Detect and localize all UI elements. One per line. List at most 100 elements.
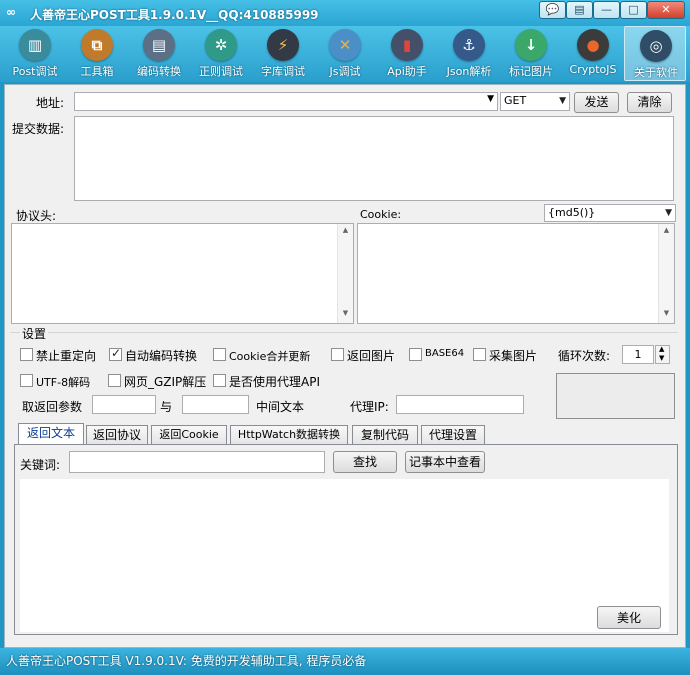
book-icon: ▮ xyxy=(391,29,423,61)
tab-return-text[interactable]: 返回文本 xyxy=(18,423,84,444)
checkbox-label: 网页_GZIP解压 xyxy=(124,375,207,389)
cookie-scrollbar[interactable]: ▲ ▼ xyxy=(658,224,674,323)
extract-params-label: 取返回参数 xyxy=(22,400,83,414)
tool-label: 编码转换 xyxy=(137,65,181,78)
headers-scrollbar[interactable]: ▲ ▼ xyxy=(337,224,353,323)
checkbox-label: UTF-8解码 xyxy=(36,376,91,389)
chevron-up-icon[interactable]: ▲ xyxy=(659,345,664,353)
bomb-icon: ● xyxy=(577,29,609,61)
tool-post-debug[interactable]: ▥ Post调试 xyxy=(4,26,66,81)
tool-json[interactable]: ⚓ Json解析 xyxy=(438,26,500,81)
cookie-function-select[interactable]: {md5()} ▼ xyxy=(544,204,676,222)
chevron-down-icon[interactable]: ▼ xyxy=(487,94,494,104)
tool-api-helper[interactable]: ▮ Api助手 xyxy=(376,26,438,81)
checkbox-box[interactable] xyxy=(20,374,33,387)
tool-cryptojs[interactable]: ● CryptoJS xyxy=(562,26,624,81)
headers-textarea[interactable]: ▲ ▼ xyxy=(11,223,354,324)
loop-count-stepper[interactable]: ▲ ▼ xyxy=(655,345,670,364)
minimize-button[interactable]: — xyxy=(593,1,620,19)
headers-label: 协议头: xyxy=(16,209,57,223)
image-preview-box xyxy=(556,373,675,419)
tool-mark-image[interactable]: ↓ 标记图片 xyxy=(500,26,562,81)
toolbox-icon: ⧉ xyxy=(81,29,113,61)
lightning-icon: ⚡ xyxy=(267,29,299,61)
checkbox-cookie-merge[interactable]: Cookie合并更新 xyxy=(213,348,325,363)
checkbox-box[interactable] xyxy=(109,346,122,361)
tab-copy-code[interactable]: 复制代码 xyxy=(352,425,418,444)
tool-label: Post调试 xyxy=(12,65,58,78)
tool-about[interactable]: ◎ 关于软件 xyxy=(624,26,686,81)
loop-count-label: 循环次数: xyxy=(558,349,611,363)
response-text-area[interactable] xyxy=(20,479,669,632)
checkbox-utf8-decode[interactable]: UTF-8解码 xyxy=(20,374,102,389)
chevron-down-icon[interactable]: ▼ xyxy=(559,93,566,109)
chat-icon[interactable]: 💬 xyxy=(539,1,566,19)
checkbox-box[interactable] xyxy=(213,348,226,361)
tab-proxy-settings[interactable]: 代理设置 xyxy=(421,425,485,444)
tool-regex[interactable]: ✲ 正则调试 xyxy=(190,26,252,81)
checkbox-auto-encode[interactable]: 自动编码转换 xyxy=(109,346,209,363)
post-data-textarea[interactable] xyxy=(74,116,674,201)
clear-button[interactable]: 清除 xyxy=(627,92,672,113)
bars-chart-icon: ▥ xyxy=(19,29,51,61)
maximize-button[interactable]: □ xyxy=(620,1,647,19)
cookie-function-value: {md5()} xyxy=(548,206,596,219)
tool-toolbox[interactable]: ⧉ 工具箱 xyxy=(66,26,128,81)
checkbox-box[interactable] xyxy=(473,348,486,361)
tool-label: Api助手 xyxy=(387,65,427,78)
tool-label: 正则调试 xyxy=(199,65,243,78)
open-in-notepad-button[interactable]: 记事本中查看 xyxy=(405,451,485,473)
tool-js-debug[interactable]: ✕ Js调试 xyxy=(314,26,376,81)
method-value: GET xyxy=(504,94,527,107)
scroll-up-icon[interactable]: ▲ xyxy=(338,226,353,238)
tab-return-cookie[interactable]: 返回Cookie xyxy=(151,425,227,444)
extract-start-input[interactable] xyxy=(92,395,156,414)
scroll-down-icon[interactable]: ▼ xyxy=(659,309,674,321)
gear-icon: ✲ xyxy=(205,29,237,61)
checkbox-box[interactable] xyxy=(331,348,344,361)
cookie-textarea[interactable]: ▲ ▼ xyxy=(357,223,675,324)
tool-label: 字库调试 xyxy=(261,65,305,78)
checkbox-base64[interactable]: BASE64 xyxy=(409,348,469,362)
proxy-ip-input[interactable] xyxy=(396,395,524,414)
tool-encoding[interactable]: ▤ 编码转换 xyxy=(128,26,190,81)
keyword-input[interactable] xyxy=(69,451,325,473)
checkbox-return-image[interactable]: 返回图片 xyxy=(331,348,401,363)
tab-httpwatch[interactable]: HttpWatch数据转换 xyxy=(230,425,348,444)
send-button[interactable]: 发送 xyxy=(574,92,619,113)
checkbox-no-redirect[interactable]: 禁止重定向 xyxy=(20,348,112,363)
loop-count-input[interactable]: 1 xyxy=(622,345,654,364)
tool-label: 标记图片 xyxy=(509,65,553,78)
checkbox-use-proxy-api[interactable]: 是否使用代理API xyxy=(213,374,325,389)
chevron-down-icon[interactable]: ▼ xyxy=(659,354,664,362)
window-title: 人善帝王心POST工具1.9.0.1V__QQ:410885999 xyxy=(30,8,319,22)
beautify-button[interactable]: 美化 xyxy=(597,606,661,629)
checkbox-box[interactable] xyxy=(108,374,121,387)
tools-icon: ✕ xyxy=(329,29,361,61)
title-bar: ∞ 人善帝王心POST工具1.9.0.1V__QQ:410885999 💬 ▤ … xyxy=(0,0,690,26)
tool-label: Json解析 xyxy=(446,65,492,78)
scroll-up-icon[interactable]: ▲ xyxy=(659,226,674,238)
post-data-label: 提交数据: xyxy=(12,122,65,136)
extract-end-input[interactable] xyxy=(182,395,249,414)
tab-return-protocol[interactable]: 返回协议 xyxy=(86,425,148,444)
checkbox-box[interactable] xyxy=(213,374,226,387)
tool-font-lib[interactable]: ⚡ 字库调试 xyxy=(252,26,314,81)
checkbox-label: Cookie合并更新 xyxy=(229,350,311,363)
tool-label: Js调试 xyxy=(329,65,361,78)
checkbox-gzip[interactable]: 网页_GZIP解压 xyxy=(108,374,208,389)
keyword-label: 关键词: xyxy=(20,458,61,472)
anchor-icon: ⚓ xyxy=(453,29,485,61)
chevron-down-icon[interactable]: ▼ xyxy=(665,205,672,221)
method-select[interactable]: GET ▼ xyxy=(500,92,570,111)
scroll-down-icon[interactable]: ▼ xyxy=(338,309,353,321)
download-icon: ↓ xyxy=(515,29,547,61)
checkbox-collect-image[interactable]: 采集图片 xyxy=(473,348,543,363)
menu-icon[interactable]: ▤ xyxy=(566,1,593,19)
find-button[interactable]: 查找 xyxy=(333,451,397,473)
close-button[interactable]: ✕ xyxy=(647,1,685,19)
settings-label: 设置 xyxy=(20,325,49,342)
address-combo[interactable]: ▼ xyxy=(74,92,498,111)
checkbox-box[interactable] xyxy=(409,348,422,361)
checkbox-box[interactable] xyxy=(20,348,33,361)
